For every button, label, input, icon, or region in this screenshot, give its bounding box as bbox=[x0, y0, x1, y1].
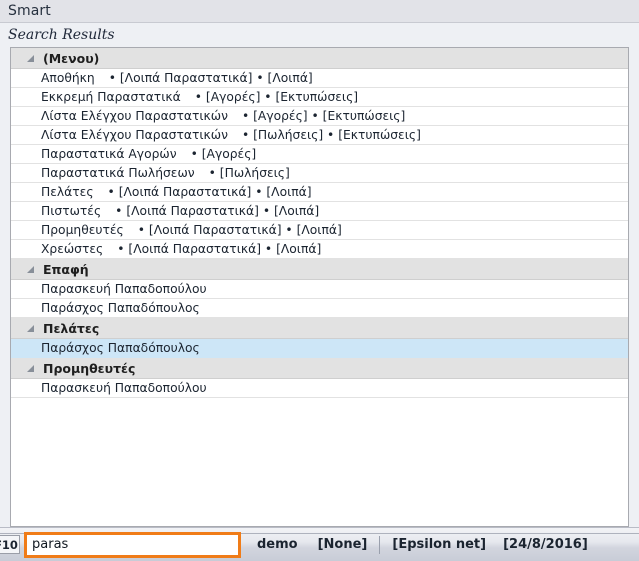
result-row-name: Λίστα Ελέγχου Παραστατικών bbox=[41, 128, 228, 142]
result-row-name: Παράσχος Παπαδόπουλος bbox=[41, 341, 200, 355]
result-row-path: • [Πωλήσεις] bbox=[208, 166, 290, 180]
result-row-path: • [Πωλήσεις] • [Εκτυπώσεις] bbox=[241, 128, 421, 142]
result-row-name: Παρασκευή Παπαδοπούλου bbox=[41, 282, 207, 296]
result-group-label: Πελάτες bbox=[43, 320, 100, 336]
triangle-collapse-icon[interactable] bbox=[25, 363, 36, 374]
search-results-header: Search Results bbox=[0, 23, 639, 47]
result-group-header[interactable]: Επαφή bbox=[11, 259, 628, 280]
result-row[interactable]: Πελάτες • [Λοιπά Παραστατικά] • [Λοιπά] bbox=[11, 183, 628, 202]
result-row[interactable]: Λίστα Ελέγχου Παραστατικών • [Πωλήσεις] •… bbox=[11, 126, 628, 145]
result-group-header[interactable]: (Μενου) bbox=[11, 48, 628, 69]
result-row-path: • [Λοιπά Παραστατικά] • [Λοιπά] bbox=[115, 204, 320, 218]
status-bar: F10 demo [None] [Epsilon net] [24/8/2016… bbox=[0, 527, 639, 561]
result-row-name: Αποθήκη bbox=[41, 71, 95, 85]
result-row-name: Λίστα Ελέγχου Παραστατικών bbox=[41, 109, 228, 123]
window-titlebar: Smart bbox=[0, 0, 639, 23]
search-results-list[interactable]: (Μενου) Αποθήκη • [Λοιπά Παραστατικά] • [Λ… bbox=[11, 48, 628, 526]
search-input[interactable] bbox=[27, 534, 238, 555]
results-panel-wrapper: (Μενου) Αποθήκη • [Λοιπά Παραστατικά] • [Λ… bbox=[0, 47, 639, 527]
search-results-label: Search Results bbox=[8, 27, 115, 43]
status-divider bbox=[379, 535, 381, 554]
result-row-name: Παρασκευή Παπαδοπούλου bbox=[41, 381, 207, 395]
status-company: demo bbox=[257, 537, 298, 552]
result-group-label: Προμηθευτές bbox=[43, 360, 136, 376]
result-row[interactable]: Λίστα Ελέγχου Παραστατικών • [Αγορές] • [… bbox=[11, 107, 628, 126]
result-group-header[interactable]: Πελάτες bbox=[11, 318, 628, 339]
result-group-label: Επαφή bbox=[43, 261, 89, 277]
status-fields: demo [None] [Epsilon net] [24/8/2016] bbox=[257, 535, 588, 554]
result-row[interactable]: Πιστωτές • [Λοιπά Παραστατικά] • [Λοιπά] bbox=[11, 202, 628, 221]
result-row-selected[interactable]: Παράσχος Παπαδόπουλος bbox=[11, 339, 628, 358]
result-row[interactable]: Χρεώστες • [Λοιπά Παραστατικά] • [Λοιπά] bbox=[11, 240, 628, 259]
smart-search-window: Smart Search Results (Μενου) Αποθήκη • [Λο… bbox=[0, 0, 639, 561]
result-row[interactable]: Παρασκευή Παπαδοπούλου bbox=[11, 379, 628, 398]
triangle-collapse-icon[interactable] bbox=[25, 264, 36, 275]
result-row-path: • [Αγορές] bbox=[190, 147, 257, 161]
result-row[interactable]: Παραστατικά Αγορών • [Αγορές] bbox=[11, 145, 628, 164]
result-row[interactable]: Παραστατικά Πωλήσεων • [Πωλήσεις] bbox=[11, 164, 628, 183]
result-row[interactable]: Παράσχος Παπαδόπουλος bbox=[11, 299, 628, 318]
result-group-label: (Μενου) bbox=[43, 50, 100, 66]
result-row-name: Προμηθευτές bbox=[41, 223, 124, 237]
result-row-name: Πιστωτές bbox=[41, 204, 102, 218]
window-title: Smart bbox=[8, 3, 51, 19]
status-application: [Epsilon net] bbox=[392, 537, 487, 552]
results-panel: (Μενου) Αποθήκη • [Λοιπά Παραστατικά] • [Λ… bbox=[10, 47, 629, 527]
result-row-path: • [Λοιπά Παραστατικά] • [Λοιπά] bbox=[117, 242, 322, 256]
triangle-collapse-icon[interactable] bbox=[25, 323, 36, 334]
function-key-label: F10 bbox=[0, 537, 18, 552]
status-branch: [None] bbox=[317, 537, 368, 552]
result-group-header[interactable]: Προμηθευτές bbox=[11, 358, 628, 379]
result-row-path: • [Αγορές] • [Εκτυπώσεις] bbox=[194, 90, 359, 104]
result-row-path: • [Αγορές] • [Εκτυπώσεις] bbox=[241, 109, 406, 123]
result-row-path: • [Λοιπά Παραστατικά] • [Λοιπά] bbox=[108, 71, 313, 85]
result-row-name: Πελάτες bbox=[41, 185, 94, 199]
result-row[interactable]: Εκκρεμή Παραστατικά • [Αγορές] • [Εκτυπώσ… bbox=[11, 88, 628, 107]
triangle-collapse-icon[interactable] bbox=[25, 53, 36, 64]
function-key-badge[interactable]: F10 bbox=[0, 535, 20, 554]
result-row-name: Παραστατικά Πωλήσεων bbox=[41, 166, 195, 180]
result-row-name: Παράσχος Παπαδόπουλος bbox=[41, 301, 200, 315]
status-date: [24/8/2016] bbox=[503, 537, 588, 552]
result-row[interactable]: Αποθήκη • [Λοιπά Παραστατικά] • [Λοιπά] bbox=[11, 69, 628, 88]
search-input-container[interactable] bbox=[24, 531, 241, 558]
result-row-name: Χρεώστες bbox=[41, 242, 104, 256]
result-row[interactable]: Παρασκευή Παπαδοπούλου bbox=[11, 280, 628, 299]
result-row-path: • [Λοιπά Παραστατικά] • [Λοιπά] bbox=[107, 185, 312, 199]
result-row-name: Εκκρεμή Παραστατικά bbox=[41, 90, 181, 104]
result-row-name: Παραστατικά Αγορών bbox=[41, 147, 177, 161]
result-row-path: • [Λοιπά Παραστατικά] • [Λοιπά] bbox=[137, 223, 342, 237]
result-row[interactable]: Προμηθευτές • [Λοιπά Παραστατικά] • [Λοιπ… bbox=[11, 221, 628, 240]
